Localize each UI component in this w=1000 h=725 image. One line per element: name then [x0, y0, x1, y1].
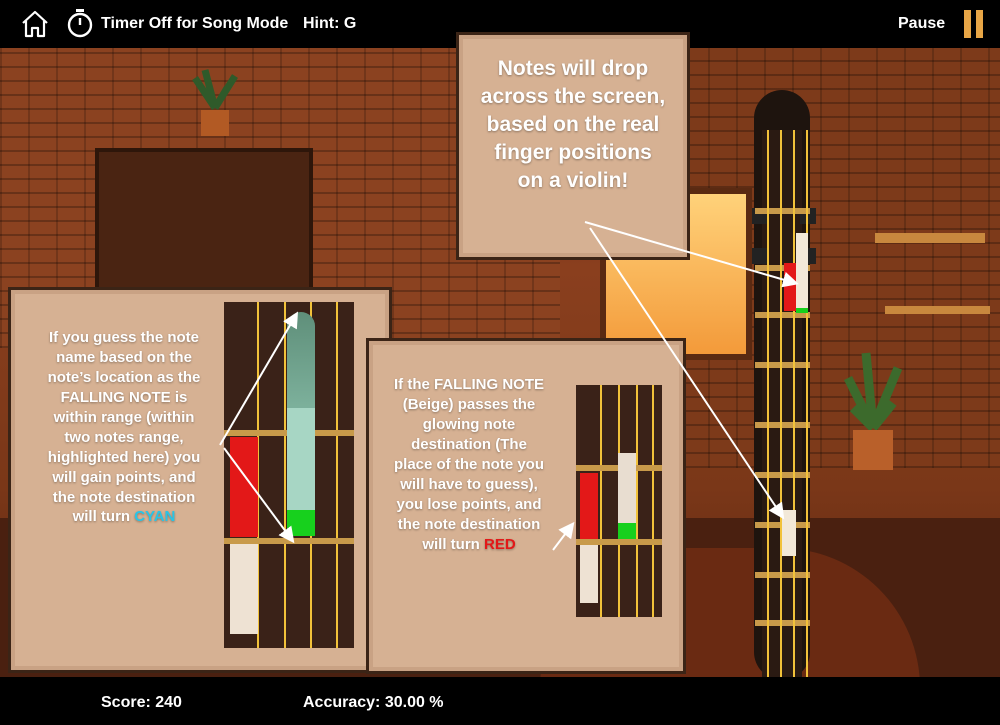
top-panel-line: based on the real	[486, 112, 660, 136]
target-note-beige	[796, 233, 808, 309]
violin-fret-1	[755, 208, 810, 214]
left-panel-line: will gain points, and	[52, 468, 196, 486]
diagram-string	[600, 385, 602, 617]
violin-string-3	[793, 130, 795, 680]
top-panel-line: Notes will drop	[497, 57, 649, 80]
left-panel-line: name based on the	[56, 348, 192, 366]
left-fingerboard-diagram	[224, 302, 354, 648]
left-panel-line: note’s location as the	[47, 368, 201, 386]
middle-fingerboard-diagram	[576, 385, 662, 617]
middle-panel-line: the note destination	[397, 515, 541, 533]
violin-fingerboard	[750, 90, 820, 680]
score-label: Score: 240	[101, 694, 182, 711]
middle-panel-line: If the FALLING NOTE	[394, 376, 544, 393]
diagram-string	[652, 385, 654, 617]
diagram-red-note	[230, 437, 258, 537]
bottom-bar: Score: 240 Accuracy: 30.00 %	[0, 677, 1000, 725]
left-info-panel: If you guess the note name based on the …	[8, 287, 392, 673]
top-panel-text: Notes will drop across the screen, based…	[459, 55, 687, 195]
middle-panel-line: will have to guess),	[400, 475, 538, 493]
diagram-falling-note	[618, 453, 636, 523]
left-panel-line: FALLING NOTE is	[60, 388, 188, 406]
diagram-beige-note	[230, 544, 258, 634]
pause-label[interactable]: Pause	[898, 15, 945, 33]
left-panel-line: two notes range,	[64, 428, 184, 446]
top-info-panel: Notes will drop across the screen, based…	[456, 32, 690, 260]
middle-panel-line: (Beige) passes the	[402, 395, 536, 413]
top-panel-line: on a violin!	[517, 168, 629, 192]
violin-fret-8	[755, 572, 810, 578]
violin-fret-9	[755, 620, 810, 626]
top-panel-line: finger positions	[494, 140, 652, 164]
left-panel-line: will turn CYAN	[17, 507, 231, 527]
middle-panel-line: destination (The	[411, 435, 527, 453]
middle-panel-line: will turn RED	[369, 535, 569, 555]
hint-label: Hint: G	[303, 15, 357, 32]
violin-fret-4	[755, 362, 810, 368]
red-keyword: RED	[484, 535, 516, 553]
potted-plant-right	[838, 348, 908, 478]
violin-string-1	[767, 130, 769, 680]
middle-panel-line: glowing note	[422, 415, 516, 433]
diagram-string	[284, 302, 286, 648]
diagram-green-note	[618, 523, 636, 539]
middle-panel-line-prefix: will turn	[422, 535, 484, 553]
left-panel-line: within range (within	[53, 408, 195, 426]
potted-plant-top	[185, 68, 245, 138]
violin-string-4	[806, 130, 808, 680]
left-panel-line: If you guess the note	[48, 329, 199, 346]
stopwatch-icon	[66, 8, 94, 38]
diagram-falling-note	[287, 408, 315, 510]
middle-panel-line: you lose points, and	[396, 495, 542, 513]
diagram-red-note	[580, 473, 598, 539]
wall-shelf	[875, 233, 985, 243]
target-note-green	[796, 308, 808, 313]
diagram-string	[336, 302, 338, 648]
wall-shelf-2	[885, 306, 990, 314]
diagram-beige-note	[580, 545, 598, 603]
top-panel-line: across the screen,	[480, 84, 666, 108]
violin-fret-5	[755, 422, 810, 428]
middle-panel-line: place of the note you	[393, 455, 544, 473]
diagram-green-note	[287, 510, 315, 536]
middle-info-panel: If the FALLING NOTE (Beige) passes the g…	[366, 338, 686, 674]
left-panel-line-prefix: will turn	[72, 508, 135, 526]
falling-note	[782, 510, 796, 556]
pause-icon[interactable]	[962, 9, 986, 39]
left-panel-line: highlighted here) you	[47, 448, 201, 466]
left-panel-text: If you guess the note name based on the …	[17, 328, 231, 527]
home-icon[interactable]	[20, 9, 50, 39]
left-panel-line: the note destination	[52, 488, 196, 506]
target-note-red	[784, 263, 796, 311]
violin-fret-6	[755, 472, 810, 478]
violin-string-2	[780, 130, 782, 680]
middle-panel-text: If the FALLING NOTE (Beige) passes the g…	[369, 375, 569, 554]
cyan-keyword: CYAN	[134, 508, 176, 526]
timer-label: Timer Off for Song Mode	[101, 15, 289, 32]
diagram-string	[636, 385, 638, 617]
accuracy-label: Accuracy: 30.00 %	[303, 694, 444, 711]
